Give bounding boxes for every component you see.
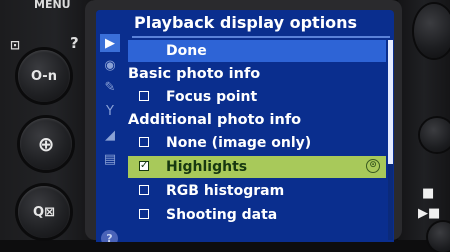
help-icon[interactable]: ?: [101, 230, 118, 242]
ok-button[interactable]: [420, 118, 450, 152]
checkbox[interactable]: [139, 91, 149, 101]
lcd-screen: ▶ ◉ ✎ Y ◢ ▤ ? Playback display options D…: [96, 10, 394, 242]
section-header-label: Additional photo info: [128, 112, 302, 128]
scrollbar[interactable]: [388, 40, 393, 240]
movie-icon: ▶■: [418, 206, 441, 221]
playback-zoom-icon: ⊡: [10, 38, 21, 52]
title-divider: [132, 36, 390, 38]
tab-setup[interactable]: Y: [100, 102, 120, 120]
retouch-icon: ◢: [105, 127, 115, 143]
option-shooting-data[interactable]: Shooting data: [128, 204, 386, 226]
menu-button-label[interactable]: MENU: [34, 0, 71, 11]
key-icon: O-n: [31, 68, 57, 84]
camera-icon: ■: [422, 186, 435, 201]
option-label: None (image only): [166, 135, 312, 151]
zoom-out-icon: Q⊠: [33, 204, 55, 220]
option-label: Focus point: [166, 89, 258, 105]
checkbox[interactable]: [139, 185, 149, 195]
section-header-additional: Additional photo info: [128, 109, 386, 131]
scroll-thumb[interactable]: [388, 40, 393, 164]
option-label: Shooting data: [166, 207, 278, 223]
tab-shooting[interactable]: ◉: [100, 56, 120, 74]
live-view-switch[interactable]: [428, 222, 450, 252]
option-label: RGB histogram: [166, 183, 285, 199]
done-button[interactable]: Done: [128, 40, 386, 62]
tab-custom[interactable]: ✎: [100, 78, 120, 96]
tab-my-menu[interactable]: ▤: [100, 150, 120, 168]
checkbox-checked[interactable]: ✓: [139, 161, 149, 171]
protect-button[interactable]: O-n: [18, 50, 70, 102]
ok-select-icon: ⊙: [366, 159, 380, 173]
option-highlights[interactable]: ✓ Highlights ⊙: [128, 156, 386, 178]
option-rgb-histogram[interactable]: RGB histogram: [128, 180, 386, 202]
playback-icon: ▶: [105, 35, 115, 51]
option-label: Highlights: [166, 159, 248, 175]
checkbox[interactable]: [139, 209, 149, 219]
camera-icon: ◉: [104, 57, 116, 73]
zoom-out-button[interactable]: Q⊠: [18, 186, 70, 238]
done-label: Done: [166, 43, 207, 59]
zoom-in-button[interactable]: ⊕: [20, 118, 72, 170]
wrench-icon: Y: [106, 103, 114, 119]
checkbox[interactable]: [139, 137, 149, 147]
option-none[interactable]: None (image only): [128, 132, 386, 154]
multi-selector[interactable]: [414, 4, 450, 58]
menu-tabs: ▶ ◉ ✎ Y ◢ ▤ ?: [96, 10, 122, 242]
option-focus-point[interactable]: Focus point: [128, 86, 386, 108]
tab-playback[interactable]: ▶: [100, 34, 120, 52]
list-icon: ▤: [103, 151, 117, 167]
help-button-label[interactable]: ?: [70, 34, 79, 52]
tab-retouch[interactable]: ◢: [100, 126, 120, 144]
menu-title: Playback display options: [134, 13, 358, 32]
pencil-icon: ✎: [104, 79, 116, 95]
zoom-in-icon: ⊕: [37, 132, 55, 156]
section-header-basic: Basic photo info: [128, 63, 386, 85]
section-header-label: Basic photo info: [128, 66, 261, 82]
